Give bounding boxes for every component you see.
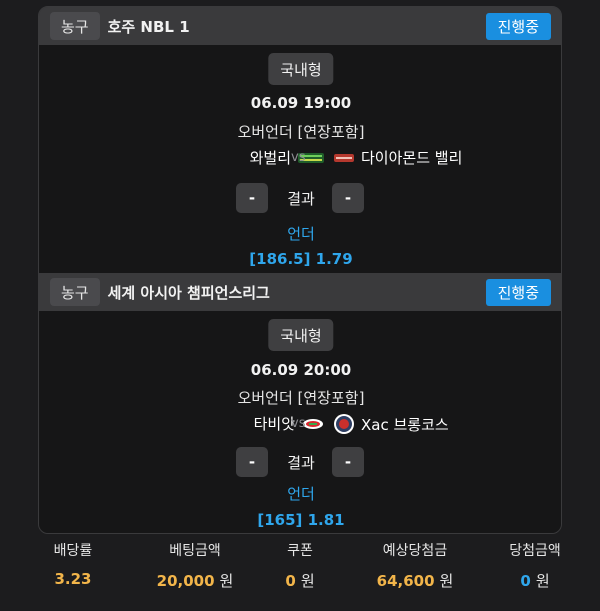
- result-row: - 결과 -: [39, 447, 561, 479]
- home-select-button[interactable]: -: [236, 183, 268, 213]
- card-body: 국내형 06.09 20:00 오버언더 [연장포함] 타비앗 vs Xac 브…: [39, 311, 561, 533]
- home-team-name: 와벌리: [249, 149, 291, 167]
- result-row: - 결과 -: [39, 183, 561, 215]
- card-header: 농구 호주 NBL 1 진행중: [39, 7, 561, 45]
- bet-summary: 배당률 3.23 베팅금액 20,000 원 쿠폰 0원 예상당첨금 64,600…: [0, 540, 600, 600]
- summary-stake: 베팅금액 20,000 원: [135, 540, 255, 591]
- picked-selection: 언더: [287, 485, 315, 503]
- match-datetime: 06.09 19:00: [250, 94, 352, 112]
- status-badge: 진행중: [485, 13, 551, 40]
- away-team-logo-icon: [334, 414, 354, 434]
- card-header: 농구 세계 아시아 챔피언스리그 진행중: [39, 273, 561, 311]
- summary-expected-value: 64,600 원: [376, 572, 454, 590]
- picked-selection: 언더: [287, 225, 315, 243]
- sport-badge: 농구: [50, 278, 100, 306]
- summary-win-label: 당첨금액: [509, 543, 561, 559]
- result-label: 결과: [287, 190, 315, 208]
- vs-label: vs: [291, 416, 306, 431]
- selection-odds: [165] 1.81: [257, 511, 345, 529]
- vs-label: vs: [291, 150, 306, 165]
- summary-win: 당첨금액 0원: [485, 540, 585, 591]
- league-name: 세계 아시아 챔피언스리그: [107, 283, 270, 302]
- summary-coupon-label: 쿠폰: [287, 543, 313, 559]
- away-team-name: Xac 브롱코스: [361, 415, 449, 434]
- summary-expected: 예상당첨금 64,600 원: [355, 540, 475, 591]
- teams-row: 와벌리 vs 다이아몬드 밸리: [39, 147, 561, 169]
- away-team: 다이아몬드 밸리: [333, 147, 462, 168]
- selection-odds: [186.5] 1.79: [249, 250, 353, 268]
- sport-badge: 농구: [50, 12, 100, 40]
- summary-odds-label: 배당률: [53, 543, 93, 559]
- summary-stake-label: 베팅금액: [169, 543, 221, 559]
- summary-odds-value: 3.23: [54, 570, 92, 588]
- away-select-button[interactable]: -: [332, 447, 364, 477]
- market-name: 오버언더 [연장포함]: [237, 389, 365, 407]
- away-team: Xac 브롱코스: [333, 413, 449, 435]
- summary-expected-label: 예상당첨금: [382, 543, 448, 559]
- bet-card: 농구 세계 아시아 챔피언스리그 진행중 국내형 06.09 20:00 오버언…: [39, 273, 561, 533]
- summary-win-value: 0원: [520, 572, 550, 590]
- card-body: 국내형 06.09 19:00 오버언더 [연장포함] 와벌리 vs 다이아몬드…: [39, 45, 561, 273]
- status-badge: 진행중: [485, 279, 551, 306]
- home-team-name: 타비앗: [253, 415, 295, 433]
- match-datetime: 06.09 20:00: [250, 361, 352, 379]
- result-label: 결과: [287, 454, 315, 472]
- away-select-button[interactable]: -: [332, 183, 364, 213]
- away-team-logo-icon: [334, 153, 354, 162]
- home-team: 와벌리: [250, 147, 325, 168]
- league-name: 호주 NBL 1: [107, 17, 190, 36]
- home-select-button[interactable]: -: [236, 447, 268, 477]
- summary-coupon: 쿠폰 0원: [265, 540, 335, 591]
- bet-slip-panel: 농구 호주 NBL 1 진행중 국내형 06.09 19:00 오버언더 [연장…: [38, 6, 562, 534]
- home-team: 타비앗: [254, 413, 325, 434]
- away-team-name: 다이아몬드 밸리: [361, 149, 463, 167]
- summary-stake-value: 20,000 원: [156, 572, 234, 590]
- teams-row: 타비앗 vs Xac 브롱코스: [39, 413, 561, 435]
- summary-coupon-value: 0원: [285, 572, 315, 590]
- market-name: 오버언더 [연장포함]: [237, 123, 365, 141]
- summary-odds: 배당률 3.23: [38, 540, 108, 588]
- bet-card: 농구 호주 NBL 1 진행중 국내형 06.09 19:00 오버언더 [연장…: [39, 7, 561, 273]
- bet-type-badge: 국내형: [268, 319, 334, 351]
- bet-type-badge: 국내형: [268, 53, 334, 85]
